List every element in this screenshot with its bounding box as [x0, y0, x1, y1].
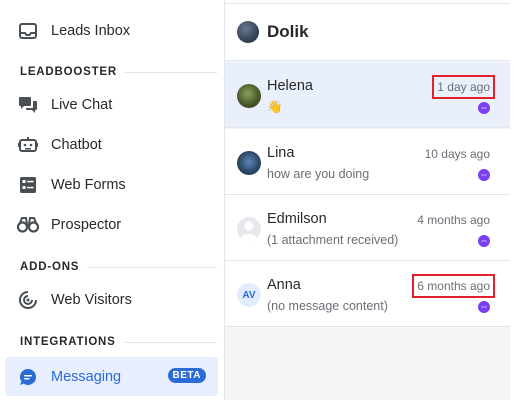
contact-name: Anna	[267, 277, 301, 293]
sidebar-item-label: Web Forms	[51, 177, 126, 193]
timestamp: 1 day ago	[432, 75, 495, 99]
sidebar-item-label: Chatbot	[51, 137, 102, 153]
avatar	[237, 217, 261, 241]
section-heading-leadbooster: LEADBOOSTER	[20, 66, 217, 78]
section-divider	[87, 266, 217, 268]
contact-name: Edmilson	[267, 211, 327, 227]
inbox-header: Dolik	[225, 4, 510, 61]
section-heading-text: ADD-ONS	[20, 261, 80, 273]
sidebar: Leads Inbox LEADBOOSTER Live Chat Chatbo…	[0, 0, 225, 400]
conversation-row[interactable]: AV Anna (no message content) 6 months ag…	[225, 261, 510, 327]
section-heading-text: INTEGRATIONS	[20, 336, 116, 348]
avatar-initials: AV	[237, 283, 261, 307]
sidebar-item-chatbot[interactable]: Chatbot	[5, 126, 218, 164]
section-heading-add-ons: ADD-ONS	[20, 261, 217, 273]
section-divider	[123, 341, 217, 343]
section-divider	[124, 71, 217, 73]
form-icon	[5, 176, 51, 194]
message-icon	[5, 367, 51, 387]
conversation-row[interactable]: Edmilson (1 attachment received) 4 month…	[225, 195, 510, 261]
sidebar-item-web-forms[interactable]: Web Forms	[5, 166, 218, 204]
section-heading-integrations: INTEGRATIONS	[20, 336, 217, 348]
inbox-icon	[5, 23, 51, 39]
sidebar-item-web-visitors[interactable]: Web Visitors	[5, 281, 218, 319]
sidebar-item-leads-inbox[interactable]: Leads Inbox	[5, 12, 218, 50]
sidebar-item-label: Leads Inbox	[51, 23, 131, 39]
message-preview: how are you doing	[267, 167, 370, 181]
sidebar-item-label: Live Chat	[51, 97, 113, 113]
binoculars-icon	[5, 217, 51, 233]
avatar	[237, 151, 261, 175]
contact-name: Lina	[267, 145, 295, 161]
messenger-icon	[478, 301, 490, 313]
conversation-row[interactable]: Lina how are you doing 10 days ago	[225, 129, 510, 195]
timestamp: 6 months ago	[412, 274, 495, 298]
timestamp: 4 months ago	[417, 213, 490, 227]
page-avatar	[237, 21, 259, 43]
messenger-icon	[478, 235, 490, 247]
sidebar-item-messaging[interactable]: Messaging BETA	[5, 357, 218, 396]
message-preview: (no message content)	[267, 299, 388, 313]
contact-name: Helena	[267, 78, 313, 94]
sidebar-item-prospector[interactable]: Prospector	[5, 206, 218, 244]
avatar	[237, 84, 261, 108]
sidebar-item-live-chat[interactable]: Live Chat	[5, 86, 218, 124]
message-preview: (1 attachment received)	[267, 233, 399, 247]
timestamp: 10 days ago	[424, 147, 490, 161]
beta-badge: BETA	[167, 368, 206, 383]
conversation-row[interactable]: Helena 👋 1 day ago	[225, 62, 510, 128]
messenger-icon	[478, 169, 490, 181]
message-preview: 👋	[267, 100, 283, 114]
chat-bubbles-icon	[5, 96, 51, 114]
page-title: Dolik	[267, 22, 309, 41]
sidebar-item-label: Prospector	[51, 217, 122, 233]
conversation-panel: Dolik Helena 👋 1 day ago Lina how are yo…	[225, 0, 510, 400]
messenger-icon	[478, 102, 490, 114]
bot-icon	[5, 136, 51, 154]
sidebar-item-label: Web Visitors	[51, 292, 132, 308]
section-heading-text: LEADBOOSTER	[20, 66, 117, 78]
sidebar-item-label: Messaging	[51, 368, 122, 385]
default-avatar-icon	[240, 221, 258, 241]
target-icon	[5, 290, 51, 310]
